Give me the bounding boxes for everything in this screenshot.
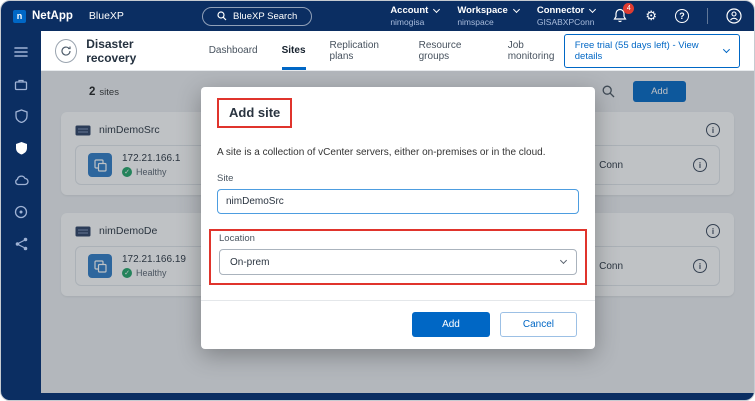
header-divider xyxy=(707,8,708,24)
chevron-down-icon xyxy=(513,6,520,13)
notifications-button[interactable]: 4 xyxy=(613,8,627,23)
connector-label: Connector xyxy=(537,5,585,16)
page-title: Disaster recovery xyxy=(86,37,178,65)
brand-product: BlueXP xyxy=(89,10,124,22)
netapp-logo-icon: n xyxy=(13,10,26,23)
modal-title: Add site xyxy=(229,105,280,120)
chevron-down-icon xyxy=(723,46,730,53)
left-sidebar xyxy=(1,31,41,400)
header-selectors: Account nimogisa Workspace nimspace Conn… xyxy=(390,5,742,27)
mobility-cloud-icon[interactable] xyxy=(10,170,32,190)
modal-cancel-button[interactable]: Cancel xyxy=(500,312,577,337)
location-field-label: Location xyxy=(219,233,577,244)
menu-icon[interactable] xyxy=(10,42,32,62)
site-field-label: Site xyxy=(217,173,579,184)
brand-name: NetApp xyxy=(32,10,73,22)
modal-footer: Add Cancel xyxy=(201,300,595,349)
add-site-modal: Add site A site is a collection of vCent… xyxy=(201,87,595,349)
annotation-box-location: Location On-prem xyxy=(209,229,587,285)
bluexp-search-button[interactable]: BlueXP Search xyxy=(202,7,312,26)
search-label: BlueXP Search xyxy=(233,11,297,22)
connector-value: GISABXPConn xyxy=(537,17,596,27)
free-trial-label: Free trial (55 days left) - View details xyxy=(575,40,716,62)
discover-icon[interactable] xyxy=(10,202,32,222)
location-selected-value: On-prem xyxy=(230,257,269,268)
modal-add-button[interactable]: Add xyxy=(412,312,490,337)
brand: n NetApp BlueXP xyxy=(13,10,124,23)
notifications-badge: 4 xyxy=(623,3,634,14)
share-network-icon[interactable] xyxy=(10,234,32,254)
connector-selector[interactable]: Connector GISABXPConn xyxy=(537,5,596,27)
modal-description: A site is a collection of vCenter server… xyxy=(217,147,579,158)
help-icon: ? xyxy=(675,9,689,23)
window-bottom-bar xyxy=(1,393,754,400)
annotation-box-title: Add site xyxy=(217,98,292,128)
free-trial-button[interactable]: Free trial (55 days left) - View details xyxy=(564,34,740,68)
tab-replication-plans[interactable]: Replication plans xyxy=(330,31,395,70)
health-shield-icon[interactable] xyxy=(10,106,32,126)
user-menu-button[interactable] xyxy=(726,8,742,24)
user-avatar-icon xyxy=(726,8,742,24)
service-header: Disaster recovery Dashboard Sites Replic… xyxy=(41,31,754,71)
location-select[interactable]: On-prem xyxy=(219,249,577,275)
account-label: Account xyxy=(390,5,428,16)
help-button[interactable]: ? xyxy=(675,9,689,23)
workspace-value: nimspace xyxy=(457,17,519,27)
top-header: n NetApp BlueXP BlueXP Search Account ni… xyxy=(1,1,754,31)
protection-shield-icon[interactable] xyxy=(10,138,32,158)
bluexp-app-window: n NetApp BlueXP BlueXP Search Account ni… xyxy=(0,0,755,401)
workspace-label: Workspace xyxy=(457,5,508,16)
account-value: nimogisa xyxy=(390,17,439,27)
chevron-down-icon xyxy=(589,6,596,13)
settings-button[interactable]: ⚙ xyxy=(645,9,657,22)
site-name-input[interactable] xyxy=(217,189,579,214)
disaster-recovery-icon xyxy=(55,39,77,63)
account-selector[interactable]: Account nimogisa xyxy=(390,5,439,27)
tab-resource-groups[interactable]: Resource groups xyxy=(419,31,484,70)
gear-icon: ⚙ xyxy=(645,9,657,22)
search-icon xyxy=(217,11,227,21)
storage-icon[interactable] xyxy=(10,74,32,94)
chevron-down-icon xyxy=(433,6,440,13)
tab-job-monitoring[interactable]: Job monitoring xyxy=(508,31,564,70)
tab-sites[interactable]: Sites xyxy=(282,31,306,70)
tab-bar: Dashboard Sites Replication plans Resour… xyxy=(209,31,564,70)
tab-dashboard[interactable]: Dashboard xyxy=(209,31,258,70)
chevron-down-icon xyxy=(560,257,567,264)
workspace-selector[interactable]: Workspace nimspace xyxy=(457,5,519,27)
